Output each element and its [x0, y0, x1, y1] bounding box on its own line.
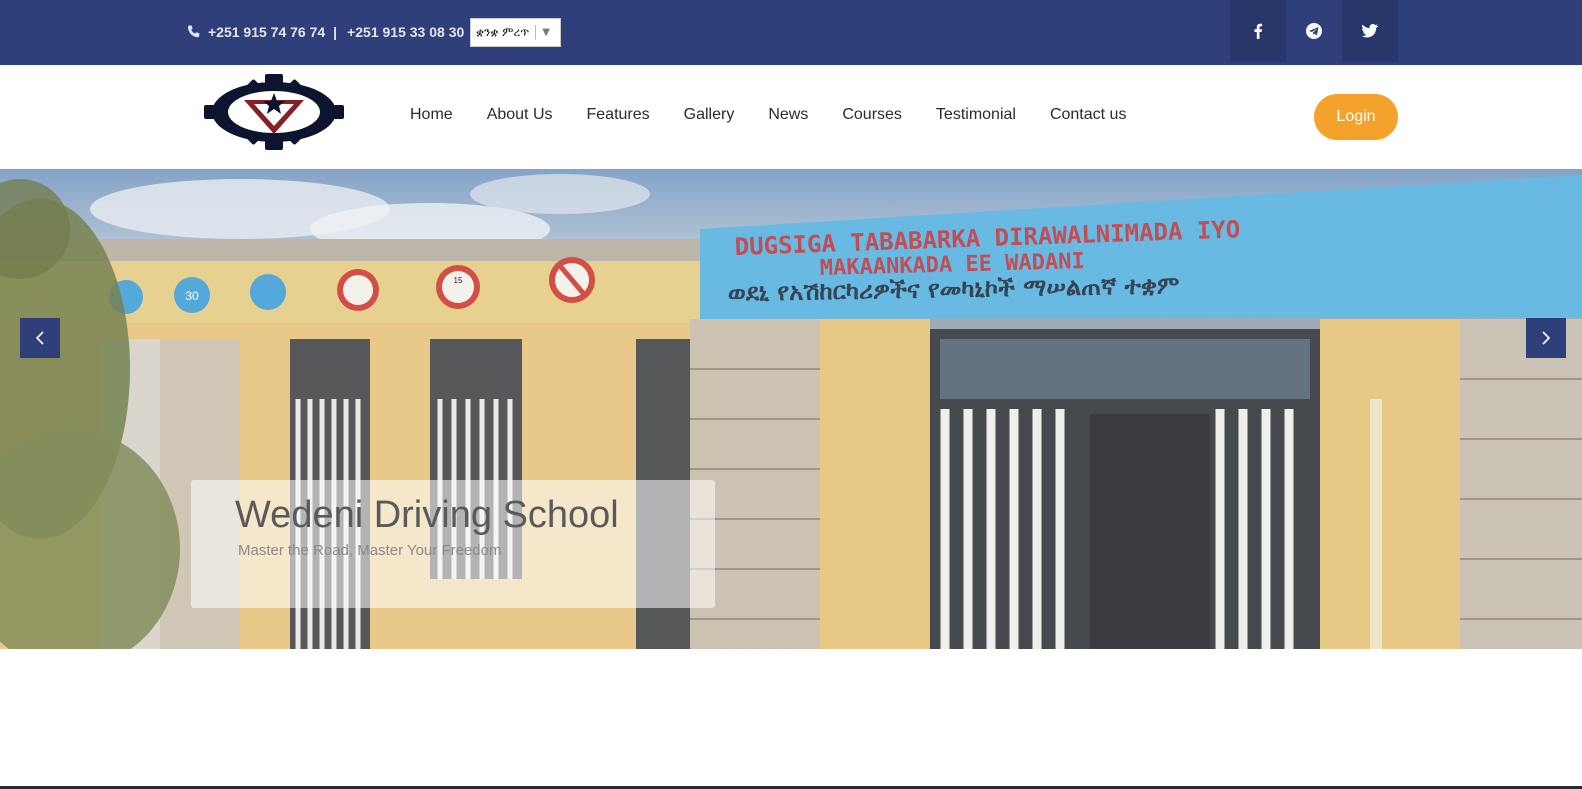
telegram-icon [1306, 23, 1322, 39]
top-bar: +251 915 74 76 74 | +251 915 33 08 30 ቋን… [0, 0, 1582, 65]
carousel-next-button[interactable] [1526, 318, 1566, 358]
hero-title: Wedeni Driving School [235, 494, 619, 536]
hero-carousel: 30 15 DUGSIGA TABABARKA DIRAWALNIMADA IY… [0, 169, 1582, 649]
nav-about-us[interactable]: About Us [487, 106, 553, 124]
chevron-right-icon [1542, 331, 1551, 345]
chevron-down-icon: ▼ [542, 27, 550, 38]
phone-number-2[interactable]: +251 915 33 08 30 [347, 24, 464, 40]
twitter-button[interactable] [1342, 0, 1398, 62]
facebook-icon [1254, 23, 1263, 39]
telegram-button[interactable] [1286, 0, 1342, 62]
facebook-button[interactable] [1230, 0, 1286, 62]
hero-subtitle: Master the Road, Master Your Freedom [238, 542, 502, 559]
nav-courses[interactable]: Courses [842, 106, 902, 124]
twitter-icon [1362, 24, 1378, 38]
language-select[interactable]: ቋንቋ ምረጥ ▼ [470, 18, 561, 47]
nav-news[interactable]: News [768, 106, 808, 124]
nav-home[interactable]: Home [410, 106, 453, 124]
language-select-value: ቋንቋ ምረጥ [476, 25, 530, 39]
main-navbar: Home About Us Features Gallery News Cour… [0, 65, 1582, 169]
nav-features[interactable]: Features [587, 106, 650, 124]
language-select-divider [535, 25, 537, 40]
nav-testimonial[interactable]: Testimonial [936, 106, 1016, 124]
carousel-prev-button[interactable] [20, 318, 60, 358]
primary-nav: Home About Us Features Gallery News Cour… [410, 106, 1160, 124]
chevron-left-icon [35, 331, 44, 345]
nav-gallery[interactable]: Gallery [684, 106, 735, 124]
school-logo[interactable] [204, 74, 344, 150]
phone-number-1[interactable]: +251 915 74 76 74 [208, 24, 325, 40]
phone-separator: | [333, 24, 338, 40]
hero-caption: Wedeni Driving School Master the Road, M… [191, 480, 715, 608]
nav-contact-us[interactable]: Contact us [1050, 106, 1126, 124]
contact-info: +251 915 74 76 74 | +251 915 33 08 30 [186, 21, 464, 43]
login-button[interactable]: Login [1314, 94, 1398, 140]
phone-icon [188, 25, 200, 38]
